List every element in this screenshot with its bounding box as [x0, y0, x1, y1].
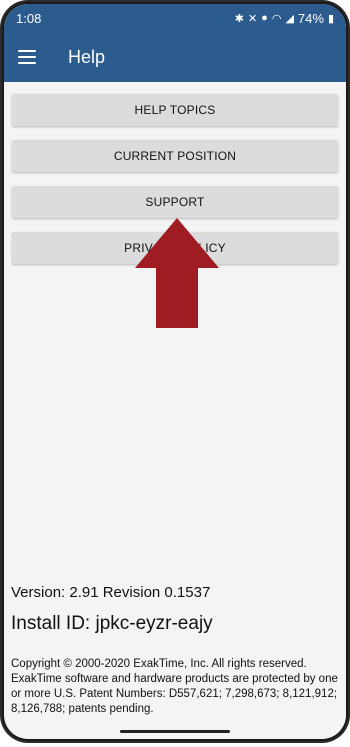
install-id-text: Install ID: jpkc-eyzr-eajy	[11, 613, 213, 634]
status-bar: 1:08 ✱ ✕ ● ◠ ◢ 74% ▮	[4, 4, 346, 32]
signal-icon: ◢	[285, 12, 294, 25]
page-title: Help	[68, 46, 106, 67]
location-icon: ●	[261, 12, 268, 24]
version-text: Version: 2.91 Revision 0.1537	[11, 584, 211, 601]
app-info: Version: 2.91 Revision 0.1537 Install ID…	[11, 584, 339, 717]
phone-frame: 1:08 ✱ ✕ ● ◠ ◢ 74% ▮ Help HELP TOPICS CU…	[4, 4, 346, 739]
battery-percent: 74%	[297, 10, 324, 26]
wifi-icon: ◠	[271, 12, 282, 25]
mute-icon: ✕	[247, 12, 258, 25]
current-position-button[interactable]: CURRENT POSITION	[12, 140, 338, 172]
gesture-nav-bar[interactable]	[120, 730, 230, 733]
hamburger-menu-icon[interactable]	[18, 50, 36, 64]
status-time: 1:08	[16, 10, 42, 26]
app-bar: Help	[4, 32, 346, 82]
copyright-text: Copyright © 2000-2020 ExakTime, Inc. All…	[11, 658, 338, 715]
battery-icon: ▮	[327, 12, 334, 25]
bluetooth-icon: ✱	[234, 12, 244, 25]
status-icons: ✱ ✕ ● ◠ ◢ 74% ▮	[235, 11, 334, 26]
red-arrow-up-icon	[135, 218, 219, 328]
support-button[interactable]: SUPPORT	[12, 186, 338, 218]
help-topics-button[interactable]: HELP TOPICS	[12, 94, 338, 126]
